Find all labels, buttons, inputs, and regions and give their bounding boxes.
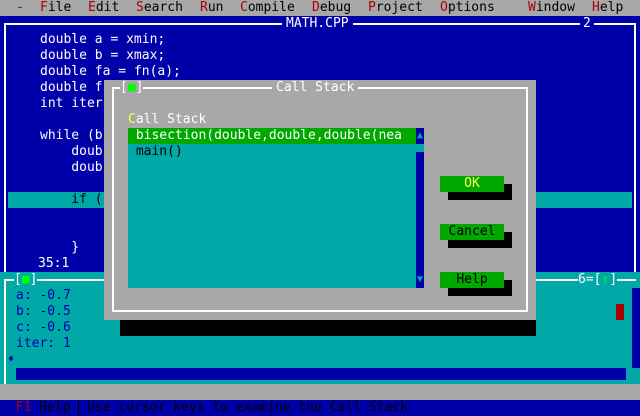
menu-debug[interactable]: Debug [312,0,351,16]
list-item-selected[interactable]: bisection(double,double,double(nea [128,128,416,144]
watch-scroll-thumb[interactable] [616,304,624,320]
code-line: double f [40,80,103,95]
button-shadow [448,288,512,296]
code-line: double fa = fn(a); [40,64,181,79]
watch-frame-left [4,279,6,384]
code-line: double a = xmin; [40,32,166,47]
code-line: double b = xmax; [40,48,166,63]
f1-key[interactable]: F1 [16,400,32,415]
code-line: doub [40,160,103,175]
menu-compile[interactable]: Compile [240,0,295,16]
menu-bar: - File Edit Search Run Compile Debug Pro… [0,0,640,16]
watch-close-button[interactable]: [■] [14,272,38,288]
call-stack-label: Call Stack [128,112,207,127]
f1-label[interactable]: Help [31,400,78,415]
list-item[interactable]: main() [128,144,416,160]
menu-help[interactable]: Help [592,0,623,16]
watch-marker-icon: ♦ [8,354,15,365]
code-line: while (b [40,128,103,143]
button-shadow [448,240,512,248]
dialog-close-button[interactable]: [■] [120,80,144,96]
watch-item[interactable]: iter: 1 [16,336,71,352]
scroll-down-icon[interactable]: ▼ [416,272,424,288]
editor-frame-left [4,23,6,272]
menu-run[interactable]: Run [200,0,223,16]
watch-item[interactable]: b: -0.5 [16,304,71,320]
close-icon: ■ [127,80,136,95]
status-bar: F1 Help Use cursor keys to examine the C… [0,384,640,415]
menu-window[interactable]: Window [528,0,575,16]
code-line: } [40,240,80,255]
menu-project[interactable]: Project [368,0,423,16]
zoom-arrow-icon[interactable]: ↑ [601,272,609,287]
close-icon: ■ [21,272,30,287]
ok-button[interactable]: OK [440,176,504,192]
system-menu[interactable]: - [16,0,24,16]
editor-frame-right [634,23,636,272]
cursor-position: 35:1 [34,256,74,272]
call-stack-scrollbar[interactable]: ▲ ▼ [416,128,424,288]
menu-edit[interactable]: Edit [88,0,119,16]
dialog-frame-left [112,87,114,312]
watch-item[interactable]: c: -0.6 [16,320,71,336]
button-shadow [448,192,512,200]
watch-horizontal-scrollbar[interactable] [16,368,626,380]
editor-title: MATH.CPP [282,16,353,32]
call-stack-list[interactable]: bisection(double,double,double(nea main(… [128,128,416,288]
code-line-current: if ( [40,192,103,207]
scroll-thumb[interactable] [416,144,424,152]
code-line: doub [40,144,103,159]
status-message: Use cursor keys to examine the Call Stac… [78,400,409,415]
dialog-frame-bottom [112,310,528,312]
menu-options[interactable]: Options [440,0,495,16]
code-line: int iter [40,96,103,111]
scroll-up-icon[interactable]: ▲ [416,128,424,144]
watch-vertical-scrollbar[interactable] [616,288,640,368]
help-button[interactable]: Help [440,272,504,288]
cancel-button[interactable]: Cancel [440,224,504,240]
watch-item[interactable]: a: -0.7 [16,288,71,304]
menu-search[interactable]: Search [136,0,183,16]
dialog-frame-right [526,87,528,312]
menu-file[interactable]: File [40,0,71,16]
watch-window-controls[interactable]: 6=[↑] [578,272,618,288]
dialog-title: Call Stack [272,80,359,96]
editor-window-number: 2 [580,16,594,32]
